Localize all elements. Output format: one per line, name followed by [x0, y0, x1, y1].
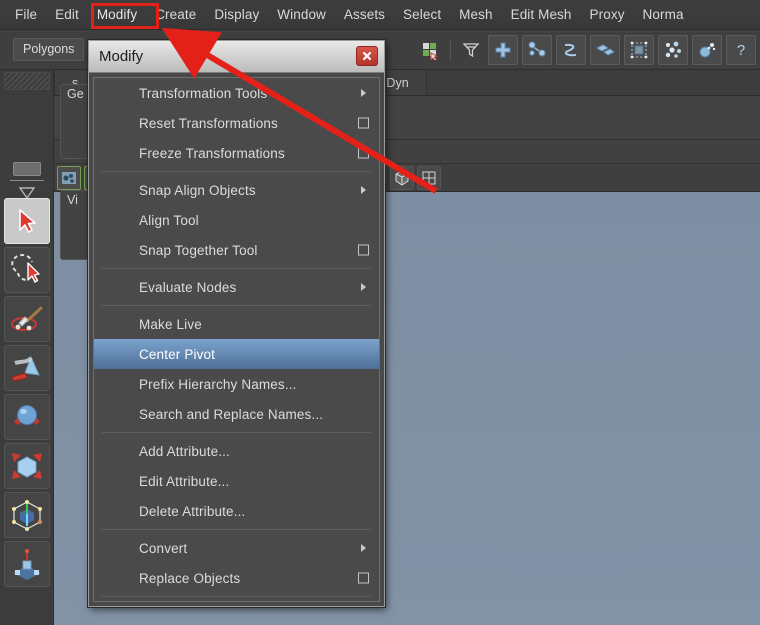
menu-item-reset-transformations[interactable]: Reset Transformations	[94, 108, 379, 138]
menu-item-label: Add Attribute...	[139, 444, 230, 459]
render-view-icon[interactable]	[57, 166, 81, 190]
menu-item-paint-scripts-tool[interactable]: Paint Scripts Tool	[94, 600, 379, 602]
menu-mesh[interactable]: Mesh	[450, 3, 501, 26]
quick-layout-button[interactable]	[13, 162, 41, 176]
menu-file[interactable]: File	[6, 3, 46, 26]
menu-set-selector[interactable]: Polygons	[13, 38, 84, 61]
menu-item-label: Delete Attribute...	[139, 504, 245, 519]
menu-separator	[102, 529, 371, 530]
menu-item-label: Convert	[139, 541, 187, 556]
menu-create[interactable]: Create	[146, 3, 205, 26]
menu-item-label: Align Tool	[139, 213, 199, 228]
menu-item-add-attribute[interactable]: Add Attribute...	[94, 436, 379, 466]
lasso-select-tool-icon[interactable]	[4, 247, 50, 293]
maya-application-window: File Edit Modify Create Display Window A…	[0, 0, 760, 625]
universal-manipulator-icon[interactable]	[4, 492, 50, 538]
menu-item-transformation-tools[interactable]: Transformation Tools	[94, 78, 379, 108]
paint-effects-icon[interactable]	[692, 35, 722, 65]
menu-item-replace-objects[interactable]: Replace Objects	[94, 563, 379, 593]
menu-item-label: Transformation Tools	[139, 86, 267, 101]
chevron-right-icon	[361, 283, 366, 291]
menu-item-align-tool[interactable]: Align Tool	[94, 205, 379, 235]
svg-text:?: ?	[737, 42, 745, 59]
menu-item-label: Center Pivot	[139, 347, 215, 362]
menu-item-freeze-transformations[interactable]: Freeze Transformations	[94, 138, 379, 168]
menu-modify[interactable]: Modify	[88, 3, 146, 26]
menu-item-prefix-hierarchy-names[interactable]: Prefix Hierarchy Names...	[94, 369, 379, 399]
menu-proxy[interactable]: Proxy	[581, 3, 634, 26]
node-link-icon[interactable]	[522, 35, 552, 65]
funnel-icon[interactable]	[458, 35, 484, 65]
isolate-select-icon[interactable]	[390, 166, 414, 190]
view-group-label: Vi	[67, 193, 78, 207]
scale-tool-icon[interactable]	[4, 443, 50, 489]
menu-item-delete-attribute[interactable]: Delete Attribute...	[94, 496, 379, 526]
menu-item-label: Snap Together Tool	[139, 243, 258, 258]
option-box-icon[interactable]	[358, 148, 369, 159]
modify-menu-list: Transformation Tools Reset Transformatio…	[93, 77, 380, 602]
general-group-label: Ge	[67, 87, 84, 101]
menu-separator	[102, 268, 371, 269]
option-box-icon[interactable]	[358, 245, 369, 256]
menu-edit[interactable]: Edit	[46, 3, 88, 26]
divider	[10, 180, 44, 181]
menu-separator	[102, 432, 371, 433]
menu-item-label: Freeze Transformations	[139, 146, 285, 161]
menu-item-snap-together-tool[interactable]: Snap Together Tool	[94, 235, 379, 265]
modify-window-title: Modify	[99, 48, 143, 65]
menu-assets[interactable]: Assets	[335, 3, 394, 26]
shelf-divider	[450, 40, 451, 60]
menu-separator	[102, 171, 371, 172]
plus-icon[interactable]	[488, 35, 518, 65]
menu-item-evaluate-nodes[interactable]: Evaluate Nodes	[94, 272, 379, 302]
menu-window[interactable]: Window	[268, 3, 335, 26]
shelf-grid-icon[interactable]	[417, 35, 443, 65]
menu-select[interactable]: Select	[394, 3, 450, 26]
soft-modification-tool-icon[interactable]	[4, 541, 50, 587]
option-box-icon[interactable]	[358, 118, 369, 129]
help-icon[interactable]: ?	[726, 35, 756, 65]
particles-icon[interactable]	[658, 35, 688, 65]
panels-icon[interactable]	[590, 35, 620, 65]
menu-item-search-and-replace-names[interactable]: Search and Replace Names...	[94, 399, 379, 429]
lattice-icon[interactable]	[624, 35, 654, 65]
menu-item-label: Edit Attribute...	[139, 474, 229, 489]
toolbox-drag-handle[interactable]	[4, 72, 50, 90]
rotate-tool-icon[interactable]	[4, 394, 50, 440]
curve-icon[interactable]	[556, 35, 586, 65]
modify-menu-window[interactable]: Modify Transformation Tools Reset Transf…	[88, 40, 385, 607]
menu-item-label: Snap Align Objects	[139, 183, 256, 198]
chevron-right-icon	[361, 544, 366, 552]
chevron-right-icon	[361, 89, 366, 97]
status-line-icon-group: ?	[417, 35, 760, 65]
tool-box-column	[0, 70, 54, 625]
modify-window-title-bar[interactable]: Modify	[89, 41, 384, 73]
menu-display[interactable]: Display	[205, 3, 268, 26]
menu-edit-mesh[interactable]: Edit Mesh	[502, 3, 581, 26]
menu-item-label: Reset Transformations	[139, 116, 278, 131]
paint-select-tool-icon[interactable]	[4, 296, 50, 342]
menu-item-label: Replace Objects	[139, 571, 240, 586]
menu-item-snap-align-objects[interactable]: Snap Align Objects	[94, 175, 379, 205]
menu-separator	[102, 596, 371, 597]
close-icon[interactable]	[356, 46, 378, 66]
menu-normals[interactable]: Norma	[634, 3, 693, 26]
menu-separator	[102, 305, 371, 306]
menu-item-center-pivot[interactable]: Center Pivot	[94, 339, 379, 369]
chevron-right-icon	[361, 186, 366, 194]
select-tool-icon[interactable]	[4, 198, 50, 244]
menu-item-make-live[interactable]: Make Live	[94, 309, 379, 339]
menu-item-convert[interactable]: Convert	[94, 533, 379, 563]
main-menu-bar: File Edit Modify Create Display Window A…	[0, 0, 760, 30]
menu-item-label: Prefix Hierarchy Names...	[139, 377, 297, 392]
menu-item-label: Make Live	[139, 317, 202, 332]
move-tool-icon[interactable]	[4, 345, 50, 391]
menu-item-edit-attribute[interactable]: Edit Attribute...	[94, 466, 379, 496]
menu-item-label: Search and Replace Names...	[139, 407, 323, 422]
option-box-icon[interactable]	[358, 573, 369, 584]
grid-toggle-icon[interactable]	[417, 166, 441, 190]
menu-item-label: Evaluate Nodes	[139, 280, 236, 295]
